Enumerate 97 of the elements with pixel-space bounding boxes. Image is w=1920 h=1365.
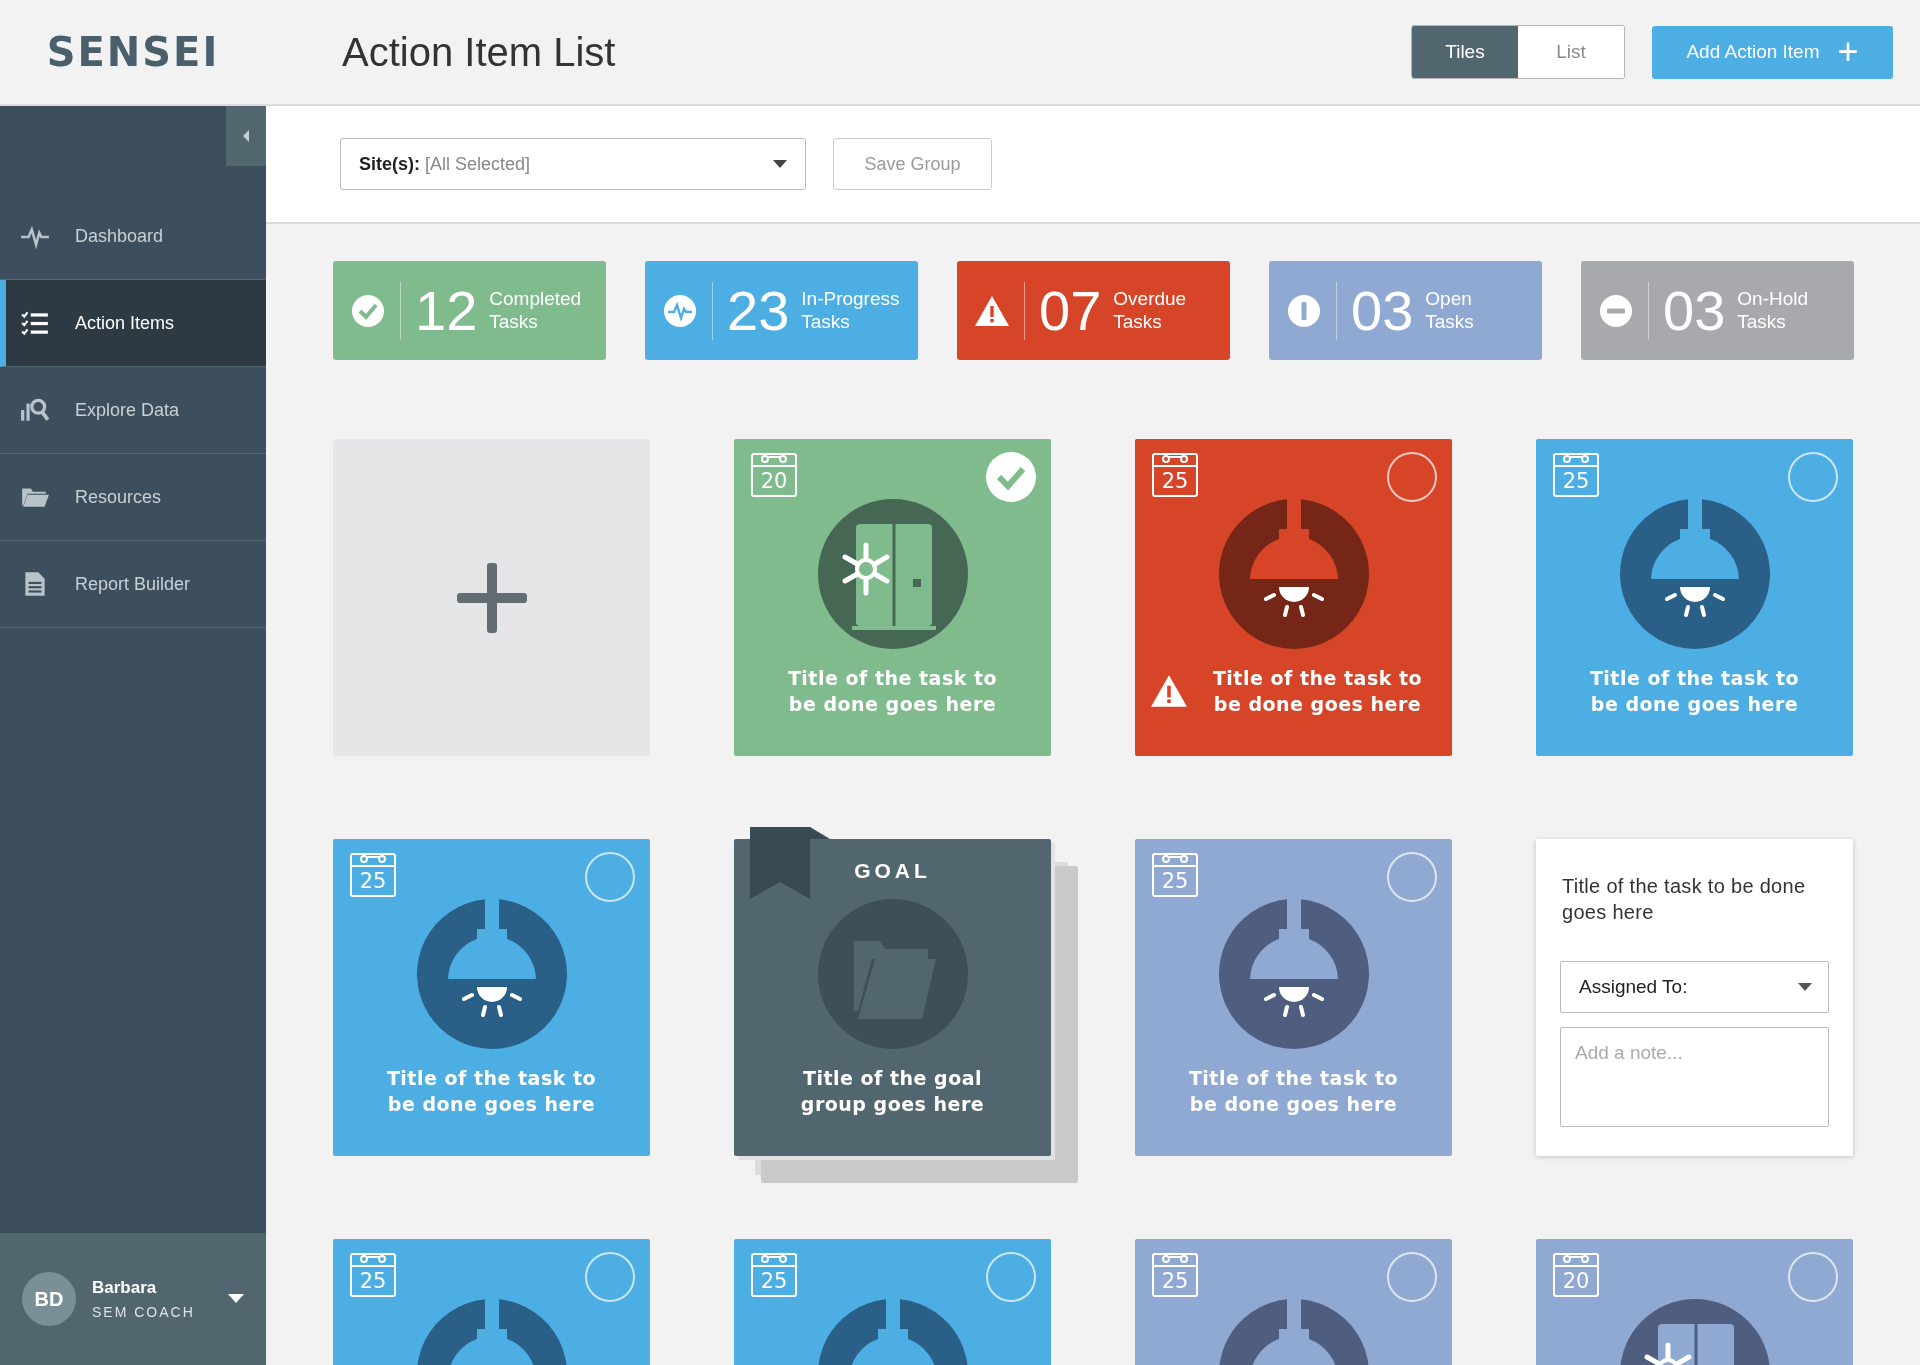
stat-label: Open [1425,287,1473,311]
calendar-date: 20 [1553,1253,1599,1297]
calendar-rings-icon [751,1253,797,1267]
checkbox[interactable] [1386,451,1438,503]
calendar-rings-icon [1553,453,1599,467]
user-name: Barbara [92,1278,158,1298]
caret-icon [1798,983,1812,991]
checkbox[interactable] [1787,451,1839,503]
task-title: Title of the task to be done goes here [786,666,999,717]
stat-count: 23 [727,278,790,343]
task-tile[interactable]: 25 Title of the task to be done goes here [1536,439,1853,756]
checkbox[interactable] [584,1251,636,1303]
task-tile[interactable]: 20 Title of the task to be done goes here [734,439,1051,756]
stat-sublabel: Tasks [1737,310,1787,334]
task-tile[interactable]: 25 [333,1239,650,1365]
assigned-to-label: Assigned To: [1579,976,1688,998]
caret-icon [773,160,787,168]
caret-icon[interactable] [228,1294,244,1304]
task-tile[interactable]: 25 [1135,1239,1452,1365]
lamp-icon [416,899,567,1049]
stat-label: Completed [489,287,582,311]
calendar-date: 25 [350,1253,396,1297]
logo: SENSEI [46,29,220,75]
stat-count: 03 [1351,278,1414,343]
calendar-rings-icon [1152,1253,1198,1267]
bookmark-icon [750,827,830,899]
task-tile[interactable]: 25 Title of the task to be done goes here [1135,439,1452,756]
checklist-icon [20,310,50,336]
stat-count: 12 [415,278,478,343]
calendar-rings-icon [1152,453,1198,467]
checkbox[interactable] [985,451,1037,503]
add-action-item-button[interactable]: Add Action Item + [1652,25,1893,79]
calendar-rings-icon [751,453,797,467]
calendar-rings-icon [1553,1253,1599,1267]
note-field[interactable]: Add a note... [1560,1027,1829,1127]
calendar-date: 25 [751,1253,797,1297]
calendar-rings-icon [350,1253,396,1267]
task-title: Title of the task to be done goes here [385,1066,598,1117]
stat-label: In-Progress [801,287,900,311]
calendar-date: 25 [1152,853,1198,897]
stat-sublabel: Tasks [1425,310,1474,334]
task-title: Title of the task to be done goes here [1561,874,1807,925]
stat-label: On-Hold [1737,287,1809,311]
task-tile[interactable]: 25 [734,1239,1051,1365]
calendar-date: 25 [350,853,396,897]
status-icon [1598,292,1634,329]
checkbox[interactable] [1386,851,1438,903]
checkbox[interactable] [1787,1251,1839,1303]
sidebar-item[interactable]: Action Items [0,280,266,367]
checkbox[interactable] [1386,1251,1438,1303]
view-toggle-tab[interactable]: List [1518,26,1624,78]
collapse-button[interactable] [226,106,266,166]
task-title: Title of the task to be done goes here [1187,1066,1400,1117]
sidebar-item[interactable]: Report Builder [0,541,266,628]
calendar-date: 20 [751,453,797,497]
task-title: Title of the task to be done goes here [1588,666,1801,717]
task-title: Title of the task to be done goes here [1211,666,1424,717]
calendar-rings-icon [350,853,396,867]
refrigerator-icon [817,499,968,649]
stat-sublabel: Tasks [801,310,851,334]
plus-icon [456,562,527,633]
stat-sublabel: Tasks [1113,310,1163,334]
calendar-date: 25 [1553,453,1599,497]
calendar-date: 25 [1152,1253,1198,1297]
add-tile[interactable] [333,439,650,756]
stat-count: 03 [1663,278,1726,343]
stat-sublabel: Tasks [489,310,539,334]
lamp-icon [1218,899,1369,1049]
sidebar-item[interactable]: Explore Data [0,367,266,454]
page-title: Action Item List [342,29,617,75]
task-tile[interactable]: 20 [1536,1239,1853,1365]
task-tile[interactable]: 25 Title of the task to be done goes here [333,839,650,1156]
folder-icon [817,899,968,1049]
assigned-to-select[interactable]: Assigned To: [1560,961,1829,1013]
site-select[interactable]: Site(s): [All Selected] [340,138,806,190]
user-role: SEM COACH [92,1304,196,1320]
stat-label: Overdue [1113,287,1187,311]
goal-label: GOAL [854,859,931,884]
task-tile[interactable]: 25 Title of the task to be done goes here [1135,839,1452,1156]
avatar: BD [22,1272,76,1326]
lamp-icon [1619,499,1770,649]
goal-title: Title of the goal group goes here [799,1066,986,1117]
chart-magnifier-icon [20,397,50,423]
status-icon [350,292,386,329]
caret-icon [241,129,251,143]
calendar-rings-icon [1152,853,1198,867]
checkbox[interactable] [985,1251,1037,1303]
site-select-text: Site(s): [All Selected] [359,153,531,175]
lamp-icon [1218,499,1369,649]
view-toggle-tab[interactable]: Tiles [1412,26,1518,78]
status-icon [662,292,698,329]
checkbox[interactable] [584,851,636,903]
save-group-button[interactable]: Save Group [833,138,992,190]
sidebar-item[interactable]: Resources [0,454,266,541]
calendar-date: 25 [1152,453,1198,497]
status-icon [1286,292,1322,329]
stat-count: 07 [1039,278,1102,343]
